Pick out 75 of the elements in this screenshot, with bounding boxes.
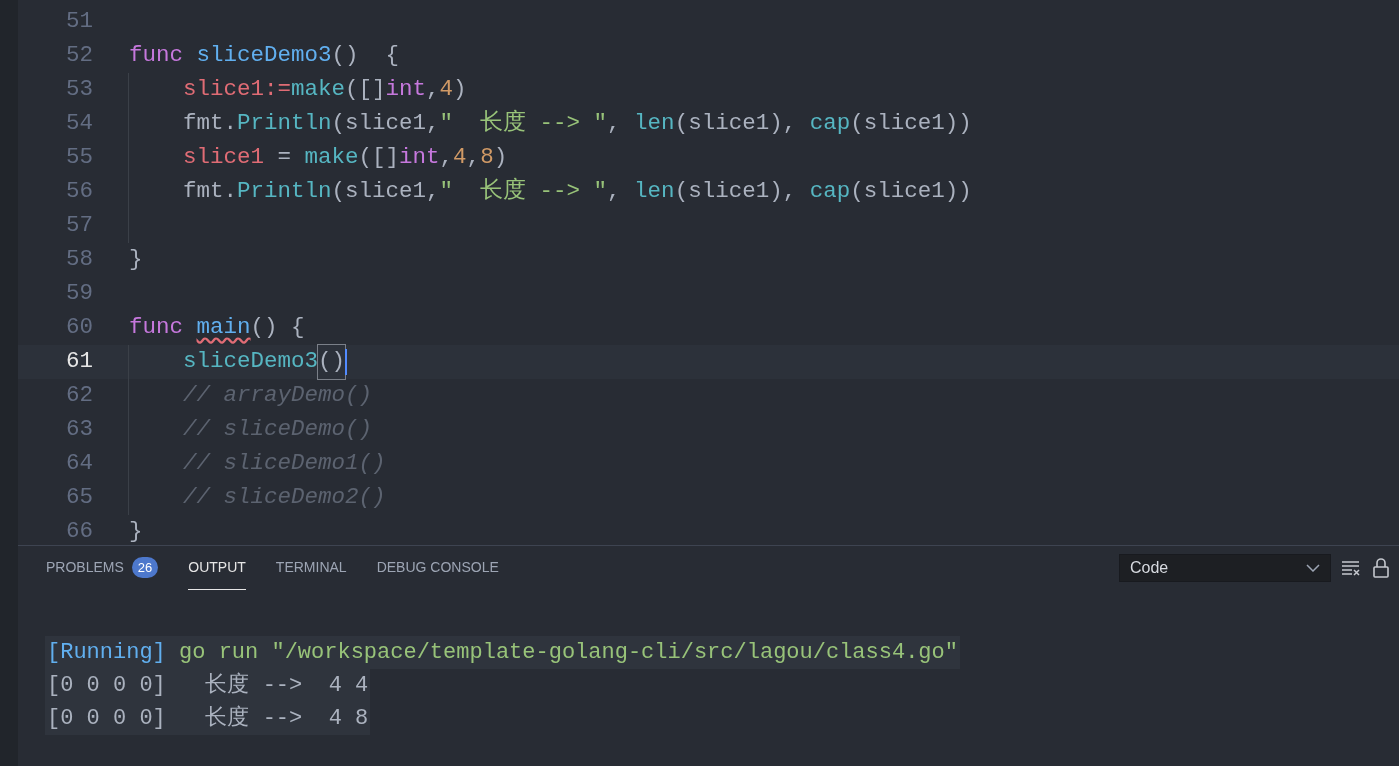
code-token: 4	[439, 75, 454, 105]
code-token: 4	[453, 143, 467, 173]
code-token: ,	[607, 177, 622, 207]
code-token: Println	[237, 177, 332, 207]
code-token: (slice1),	[674, 177, 798, 207]
code-token: len	[634, 177, 675, 207]
code-token: )	[493, 143, 508, 173]
line-number: 60	[65, 313, 93, 343]
code-token: " 长度 --> "	[439, 177, 608, 207]
line-number: 57	[65, 211, 93, 241]
code-comment: // arrayDemo()	[183, 381, 373, 411]
code-token: cap	[809, 109, 851, 139]
line-number: 63	[65, 415, 93, 445]
line-number: 51	[65, 7, 93, 37]
panel-tab[interactable]: TERMINAL	[275, 546, 347, 590]
code-token: ,	[607, 109, 622, 139]
code-comment: // sliceDemo1()	[183, 449, 386, 479]
code-token: sliceDemo3	[183, 347, 319, 377]
code-token: make	[291, 75, 346, 105]
line-number: 62	[65, 381, 93, 411]
line-number: 53	[65, 75, 93, 105]
code-token: len	[634, 109, 675, 139]
code-token: main	[196, 313, 251, 343]
line-number: 64	[65, 449, 93, 479]
code-token: fmt.	[183, 109, 237, 139]
count-badge: 26	[131, 556, 159, 579]
code-comment: // sliceDemo()	[183, 415, 373, 445]
code-token: func	[129, 41, 184, 71]
code-token: make	[304, 143, 359, 173]
code-token: Println	[237, 109, 332, 139]
code-token: }	[129, 245, 143, 275]
code-token: (slice1,	[331, 109, 440, 139]
line-number: 56	[65, 177, 93, 207]
lock-icon[interactable]	[1373, 558, 1389, 578]
code-token: 8	[480, 143, 494, 173]
line-number: 65	[65, 483, 93, 513]
code-token: )	[453, 75, 467, 105]
code-token: (slice1))	[850, 109, 972, 139]
code-token: int	[399, 143, 440, 173]
panel-tab[interactable]: DEBUG CONSOLE	[376, 546, 499, 590]
code-token: ,	[466, 143, 481, 173]
code-token: int	[385, 75, 427, 105]
code-token: cap	[809, 177, 851, 207]
code-token: () {	[250, 313, 305, 343]
line-number: 59	[65, 279, 93, 309]
code-token: slice1:=	[183, 75, 292, 105]
clear-output-icon[interactable]	[1341, 560, 1361, 576]
code-token: " 长度 --> "	[439, 109, 608, 139]
line-number: 58	[65, 245, 93, 275]
output-channel-select[interactable]: Code	[1119, 554, 1331, 582]
code-token: slice1	[183, 143, 264, 173]
code-token: (slice1))	[850, 177, 972, 207]
code-token: sliceDemo3	[196, 41, 332, 71]
code-token: ,	[426, 75, 440, 105]
line-number: 55	[65, 143, 93, 173]
line-number: 66	[65, 517, 93, 547]
code-token: func	[129, 313, 184, 343]
code-token: () {	[331, 41, 400, 71]
line-number: 61	[65, 347, 93, 377]
chevron-down-icon	[1306, 564, 1320, 572]
code-token: fmt.	[183, 177, 237, 207]
code-token: }	[129, 517, 143, 547]
panel-tab[interactable]: PROBLEMS 26	[46, 546, 159, 590]
line-number: 52	[65, 41, 93, 71]
line-number: 54	[65, 109, 93, 139]
panel-tab[interactable]: OUTPUT	[188, 546, 246, 590]
code-token: ()	[318, 345, 346, 379]
code-token: (slice1),	[674, 109, 798, 139]
code-token: =	[276, 143, 293, 173]
code-token: ([]	[345, 75, 386, 105]
text-cursor	[345, 349, 348, 375]
code-comment: // sliceDemo2()	[183, 483, 386, 513]
code-token: ,	[439, 143, 454, 173]
code-token: ([]	[358, 143, 400, 173]
code-token: (slice1,	[331, 177, 440, 207]
